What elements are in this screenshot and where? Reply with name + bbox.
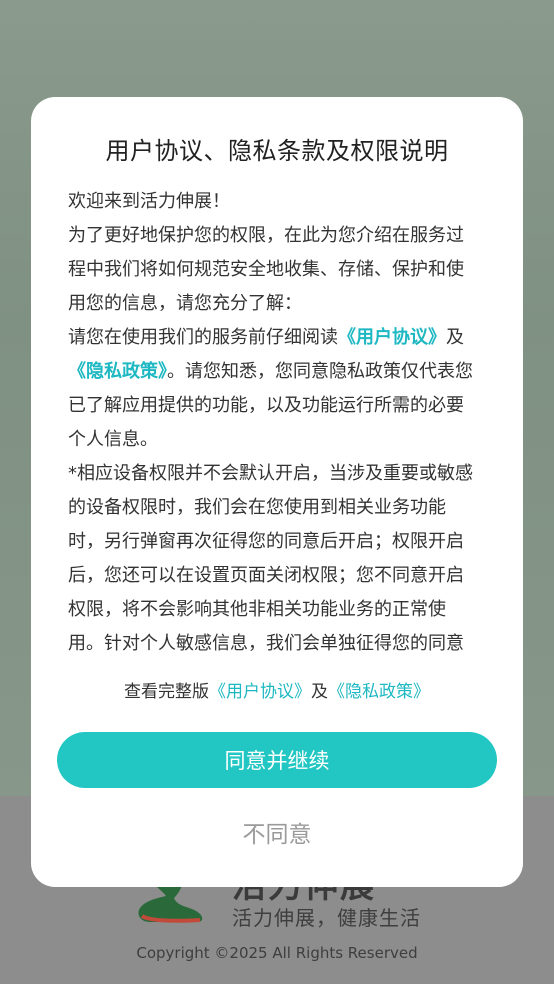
view-privacy-policy-link[interactable]: 《隐私政策》 [328,682,430,702]
view-full-prefix: 查看完整版 [124,682,209,702]
read-notice-and: 及 [446,327,464,348]
intro-text: 为了更好地保护您的权限，在此为您介绍在服务过程中我们将如何规范安全地收集、存储、… [68,225,464,314]
view-full-and: 及 [311,682,328,702]
agreement-content[interactable]: 欢迎来到活力伸展！ 为了更好地保护您的权限，在此为您介绍在服务过程中我们将如何规… [68,185,478,657]
app-slogan: 活力伸展，健康生活 [232,906,421,930]
permission-text: *相应设备权限并不会默认开启，当涉及重要或敏感的设备权限时，我们会在您使用到相关… [68,463,473,654]
copyright-text: Copyright ©2025 All Rights Reserved [136,944,418,962]
disagree-button[interactable]: 不同意 [31,815,523,849]
read-notice-prefix: 请您在使用我们的服务前仔细阅读 [68,327,338,348]
welcome-text: 欢迎来到活力伸展！ [68,191,230,212]
read-notice: 请您在使用我们的服务前仔细阅读《用户协议》及《隐私政策》。请您知悉，您同意隐私政… [68,321,478,457]
agree-continue-button[interactable]: 同意并继续 [57,732,497,788]
view-full-line: 查看完整版《用户协议》及《隐私政策》 [31,677,523,702]
privacy-dialog: 用户协议、隐私条款及权限说明 欢迎来到活力伸展！ 为了更好地保护您的权限，在此为… [31,97,523,887]
privacy-policy-link[interactable]: 《隐私政策》 [68,361,167,382]
user-agreement-link[interactable]: 《用户协议》 [338,327,446,348]
view-user-agreement-link[interactable]: 《用户协议》 [209,682,311,702]
dialog-title: 用户协议、隐私条款及权限说明 [105,137,449,165]
